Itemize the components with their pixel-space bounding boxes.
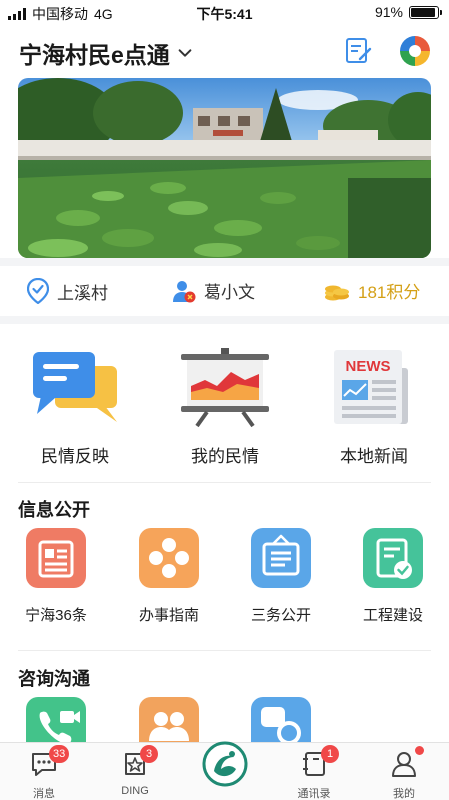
tile-ninghai-36[interactable]: 宁海36条 <box>6 528 106 625</box>
tile-label: 三务公开 <box>250 607 311 624</box>
tile-three-affairs[interactable]: 三务公开 <box>231 528 331 625</box>
diamond-dots-icon <box>139 528 199 588</box>
coins-icon <box>325 285 349 300</box>
contacts-badge: 1 <box>321 745 339 763</box>
info-bar: 上溪村 葛小文 181积分 <box>0 270 449 314</box>
consult-grid <box>0 697 449 742</box>
app-logo-icon <box>202 741 248 787</box>
village-selector[interactable]: 上溪村 <box>27 278 108 304</box>
group-people-icon <box>139 697 199 742</box>
notice-board-icon <box>251 528 311 588</box>
party-member-icon <box>173 280 196 302</box>
points-value: 181积分 <box>358 283 421 302</box>
status-bar: 中国移动 4G 下午5:41 91% <box>0 0 449 26</box>
section-title-consult: 咨询沟通 <box>18 669 90 689</box>
profile-dot-badge <box>415 746 424 755</box>
bottom-tab-bar: 33 消息 3 DING 1 通讯录 我的 <box>0 741 449 800</box>
tile-construction[interactable]: 工程建设 <box>343 528 443 625</box>
shortcut-feedback[interactable]: 民情反映 <box>0 338 150 467</box>
tab-ding[interactable]: 3 DING <box>95 745 175 797</box>
section-gap <box>0 316 449 324</box>
tile-chat-exchange[interactable] <box>231 697 331 742</box>
status-right: 91% <box>374 4 442 20</box>
phone-video-icon <box>26 697 86 742</box>
shortcut-my-reports[interactable]: 我的民情 <box>150 338 300 467</box>
battery-icon <box>409 5 442 19</box>
app-title-switcher[interactable]: 宁海村民e点通 <box>19 36 194 70</box>
profile-icon <box>392 752 416 777</box>
chat-bubbles-icon <box>27 346 123 428</box>
shortcut-local-news[interactable]: NEWS 本地新闻 <box>299 338 449 467</box>
tile-label: 工程建设 <box>362 607 423 624</box>
tab-profile[interactable]: 我的 <box>364 746 444 800</box>
chevron-down-icon <box>178 49 192 57</box>
shortcut-label: 民情反映 <box>41 447 109 466</box>
tab-label: 我的 <box>393 788 415 800</box>
tile-label: 办事指南 <box>138 607 199 624</box>
newspaper-icon: NEWS <box>326 346 422 428</box>
tile-label: 宁海36条 <box>25 607 87 624</box>
tile-group[interactable] <box>119 697 219 742</box>
user-name: 葛小文 <box>204 283 255 302</box>
ding-badge: 3 <box>140 745 158 763</box>
pond-scene-image <box>18 78 431 258</box>
message-badge: 33 <box>49 745 70 763</box>
main-shortcuts: 民情反映 我的民情 NEWS 本地新闻 <box>0 338 449 468</box>
section-gap <box>0 258 449 266</box>
app-header: 宁海村民e点通 <box>0 30 449 74</box>
tile-service-guide[interactable]: 办事指南 <box>119 528 219 625</box>
banner-image[interactable] <box>18 78 431 258</box>
document-list-icon <box>26 528 86 588</box>
user-profile-link[interactable]: 葛小文 <box>172 278 255 303</box>
chat-exchange-icon <box>251 697 311 742</box>
tab-home[interactable] <box>185 741 265 787</box>
news-icon-text: NEWS <box>346 358 391 375</box>
org-logo-icon[interactable] <box>398 34 432 68</box>
app-title: 宁海村民e点通 <box>19 42 170 68</box>
location-pin-icon <box>27 278 49 304</box>
tab-messages[interactable]: 33 消息 <box>4 745 84 800</box>
divider <box>18 482 431 483</box>
tab-label: 消息 <box>33 788 55 800</box>
shortcut-label: 我的民情 <box>191 447 259 466</box>
battery-percent: 91% <box>374 4 403 20</box>
tab-label: 通讯录 <box>297 788 331 800</box>
check-document-icon <box>363 528 423 588</box>
presentation-board-icon <box>177 346 273 428</box>
section-title-info-public: 信息公开 <box>18 500 90 520</box>
tile-phone-video[interactable] <box>6 697 106 742</box>
tab-label: DING <box>121 785 149 797</box>
tab-contacts[interactable]: 1 通讯录 <box>274 745 354 800</box>
shortcut-label: 本地新闻 <box>340 447 408 466</box>
divider <box>18 650 431 651</box>
village-name: 上溪村 <box>57 283 108 303</box>
edit-form-icon[interactable] <box>343 36 373 66</box>
points-link[interactable]: 181积分 <box>324 278 420 303</box>
